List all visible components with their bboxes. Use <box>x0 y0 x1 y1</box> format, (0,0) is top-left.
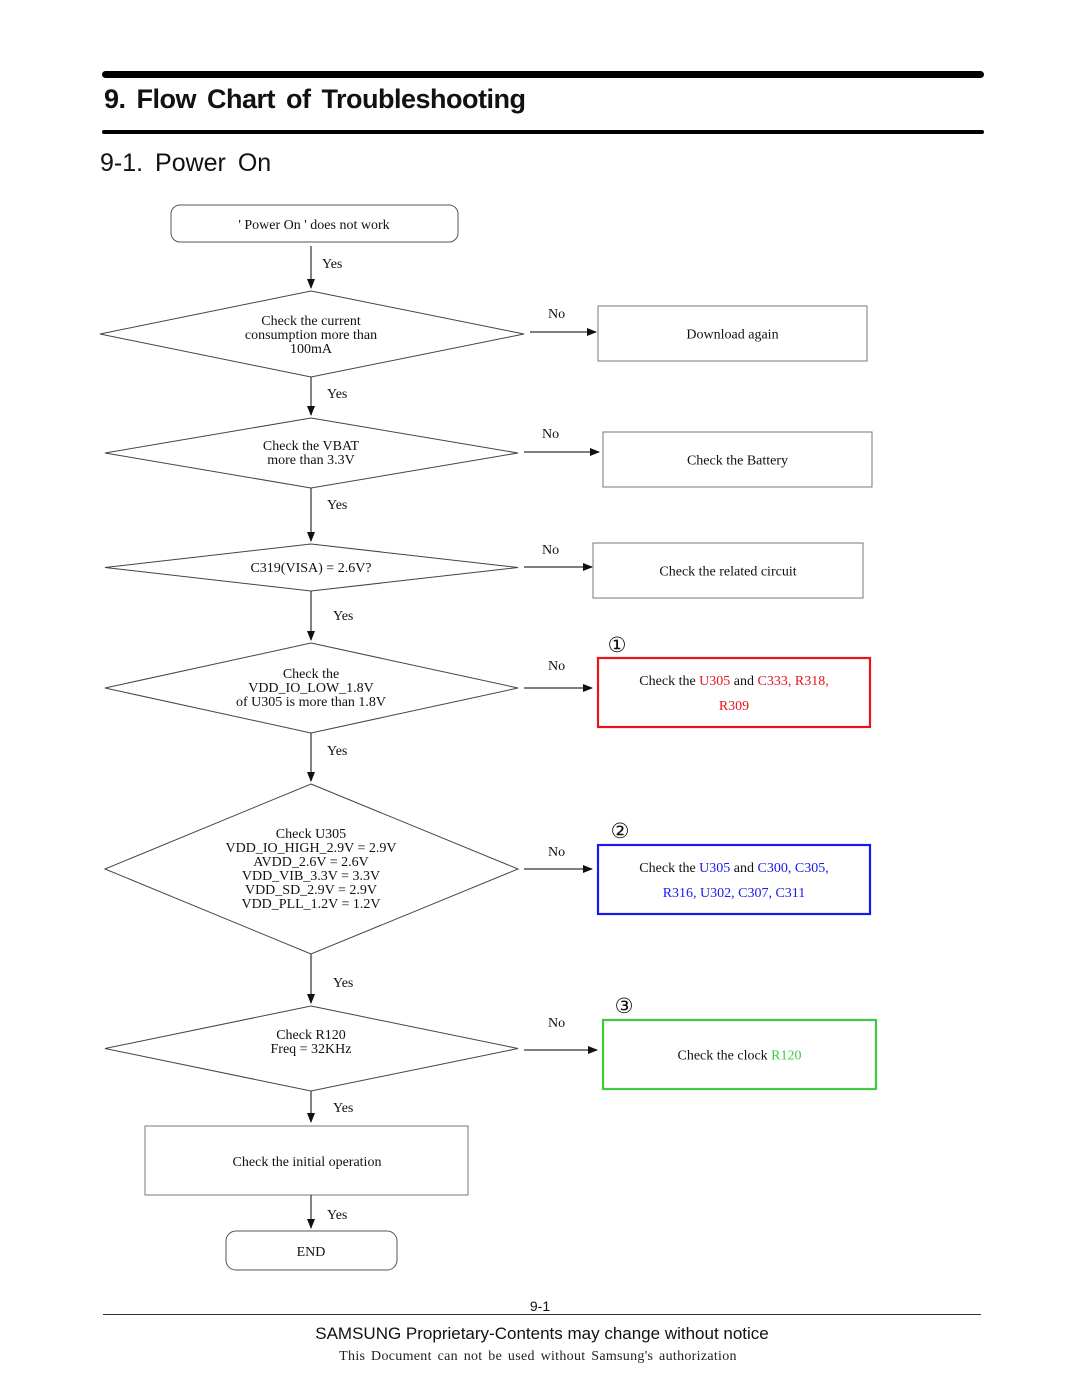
yes-label: Yes <box>327 498 347 513</box>
step-marker: ① <box>608 633 627 657</box>
yes-label: Yes <box>333 1101 353 1116</box>
yes-label: Yes <box>327 1208 347 1223</box>
decision-text: Check R120 <box>276 1028 346 1043</box>
page-number: 9-1 <box>529 1298 551 1314</box>
process-text: Check the initial operation <box>233 1155 382 1170</box>
start-label: ' Power On ' does not work <box>238 218 389 233</box>
action-text-part: Check the clock <box>677 1049 771 1064</box>
decision-text: VDD_PLL_1.2V = 1.2V <box>241 897 380 912</box>
action-box <box>596 843 872 916</box>
action-text-part: U305 <box>699 674 730 689</box>
decision-text: Check U305 <box>276 827 346 842</box>
decision-text: Freq = 32KHz <box>271 1042 352 1057</box>
step-marker: ② <box>611 819 630 843</box>
action-text-part: R309 <box>719 699 749 714</box>
action-text-part: Check the <box>639 674 699 689</box>
action-text: Download again <box>686 328 778 343</box>
action-text-part: Check the <box>639 861 699 876</box>
decision-text: 100mA <box>290 342 333 357</box>
decision-text: Check the VBAT <box>263 439 360 454</box>
decision-text: VDD_VIB_3.3V = 3.3V <box>242 869 380 884</box>
yes-label: Yes <box>333 609 353 624</box>
no-label: No <box>548 307 565 322</box>
end-label: END <box>297 1245 326 1260</box>
action-text-part: and <box>730 861 757 876</box>
action-text: Check the Battery <box>687 454 788 469</box>
decision-text: more than 3.3V <box>267 453 354 468</box>
action-text: R309 <box>719 699 749 714</box>
action-text-part: C300, C305, <box>758 861 829 876</box>
decision-text: consumption more than <box>245 328 377 343</box>
action-text-part: R316, U302, C307, C311 <box>663 886 806 901</box>
action-text: Check the clock R120 <box>677 1049 801 1064</box>
decision-text: Check the current <box>261 314 361 329</box>
no-label: No <box>542 543 559 558</box>
decision-text: of U305 is more than 1.8V <box>236 695 386 710</box>
footer-authorization: This Document can not be used without Sa… <box>339 1349 737 1364</box>
no-label: No <box>548 1016 565 1031</box>
action-text-part: C333, R318, <box>758 674 829 689</box>
action-text: Check the related circuit <box>659 565 796 580</box>
decision-text: VDD_IO_LOW_1.8V <box>248 681 374 696</box>
footer-notice: SAMSUNG Proprietary-Contents may change … <box>315 1324 769 1343</box>
yes-label: Yes <box>327 387 347 402</box>
decision-text: Check the <box>283 667 339 682</box>
footer-rule <box>103 1314 981 1315</box>
decision-text: C319(VISA) = 2.6V? <box>250 561 371 576</box>
decision-text: VDD_SD_2.9V = 2.9V <box>245 883 377 898</box>
action-box <box>596 656 872 729</box>
yes-label: Yes <box>327 744 347 759</box>
no-label: No <box>548 845 565 860</box>
action-text-part: and <box>730 674 757 689</box>
action-text: Check the U305 and C300, C305, <box>639 861 828 876</box>
decision-text: VDD_IO_HIGH_2.9V = 2.9V <box>226 841 397 856</box>
no-label: No <box>548 659 565 674</box>
action-text: Check the U305 and C333, R318, <box>639 674 828 689</box>
yes-label: Yes <box>333 976 353 991</box>
action-text: R316, U302, C307, C311 <box>663 886 806 901</box>
decision-text: AVDD_2.6V = 2.6V <box>253 855 369 870</box>
action-text-part: U305 <box>699 861 730 876</box>
no-label: No <box>542 427 559 442</box>
step-marker: ③ <box>615 994 634 1018</box>
action-text-part: R120 <box>771 1049 801 1064</box>
yes-label: Yes <box>322 257 342 272</box>
flowchart: ' Power On ' does not work Yes Check the c… <box>99 204 878 1271</box>
